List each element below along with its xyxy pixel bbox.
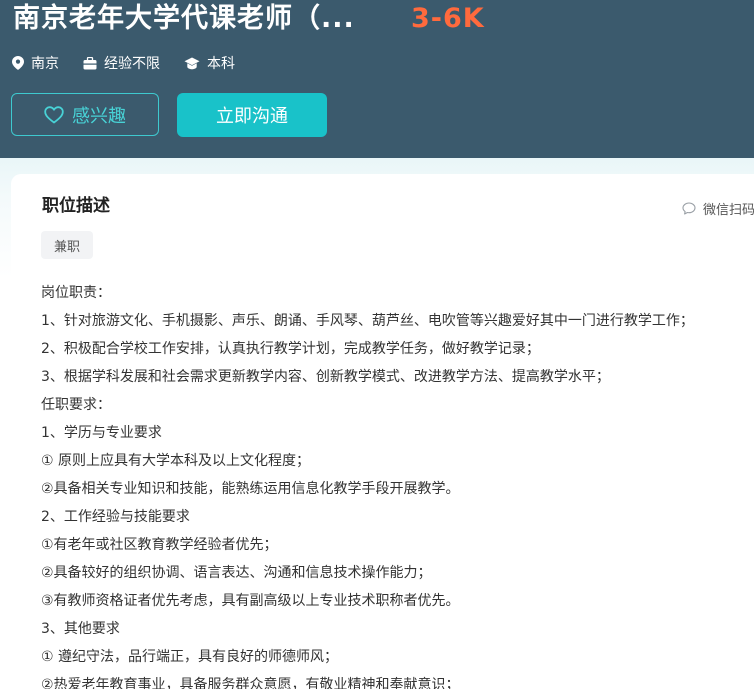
experience-text: 经验不限 [104, 56, 160, 72]
description-line: 任职要求： [41, 397, 111, 413]
description-line: 2、工作经验与技能要求 [41, 509, 190, 525]
interest-label: 感兴趣 [72, 105, 126, 127]
chat-now-button[interactable]: 立即沟通 [177, 93, 327, 137]
location-pin-icon [12, 56, 24, 70]
job-detail-page: 南京老年大学代课老师（... 3-6K 南京 经验不限 本科 感兴趣 立即沟通 … [0, 0, 754, 689]
job-meta: 南京 经验不限 本科 [12, 52, 259, 74]
description-line: ①有老年或社区教育教学经验者优先； [41, 537, 278, 553]
description-line: 3、根据学科发展和社会需求更新教学内容、创新教学模式、改进教学方法、提高教学水平… [41, 369, 610, 385]
wechat-scan-link[interactable]: 微信扫码 [682, 199, 754, 218]
job-header: 南京老年大学代课老师（... 3-6K 南京 经验不限 本科 感兴趣 立即沟通 [0, 0, 754, 158]
wechat-label: 微信扫码 [703, 203, 754, 218]
meta-education: 本科 [184, 53, 235, 73]
description-line: ③有教师资格证者优先考虑，具有副高级以上专业技术职称者优先。 [41, 593, 460, 609]
section-title: 职位描述 [42, 196, 110, 216]
job-description-text: 岗位职责： 1、针对旅游文化、手机摄影、声乐、朗诵、手风琴、葫芦丝、电吹管等兴趣爱… [41, 279, 694, 689]
description-line: 1、学历与专业要求 [41, 425, 162, 441]
job-title: 南京老年大学代课老师（... [13, 3, 355, 34]
meta-experience: 经验不限 [83, 53, 160, 73]
description-line: 3、其他要求 [41, 621, 120, 637]
chat-bubble-icon [682, 202, 696, 215]
interest-button[interactable]: 感兴趣 [11, 93, 159, 136]
description-line: ②热爱老年教育事业，具备服务群众意愿，有敬业精神和奉献意识； [41, 677, 460, 689]
description-line: ②具备相关专业知识和技能，能熟练运用信息化教学手段开展教学。 [41, 481, 460, 497]
description-line: 2、积极配合学校工作安排，认真执行教学计划，完成教学任务，做好教学记录； [41, 341, 540, 357]
education-text: 本科 [207, 56, 235, 72]
description-line: 1、针对旅游文化、手机摄影、声乐、朗诵、手风琴、葫芦丝、电吹管等兴趣爱好其中一门… [41, 313, 694, 329]
description-line: ① 原则上应具有大学本科及以上文化程度； [41, 453, 310, 469]
briefcase-icon [83, 56, 97, 69]
graduation-cap-icon [184, 57, 200, 69]
job-type-tag: 兼职 [41, 231, 93, 259]
city-text: 南京 [31, 56, 59, 72]
description-line: 岗位职责： [41, 285, 111, 301]
description-line: ① 遵纪守法，品行端正，具有良好的师德师风； [41, 649, 338, 665]
description-line: ②具备较好的组织协调、语言表达、沟通和信息技术操作能力； [41, 565, 432, 581]
meta-city: 南京 [12, 53, 59, 73]
chat-label: 立即沟通 [216, 106, 288, 127]
heart-icon [44, 105, 64, 123]
salary-range: 3-6K [411, 3, 485, 34]
